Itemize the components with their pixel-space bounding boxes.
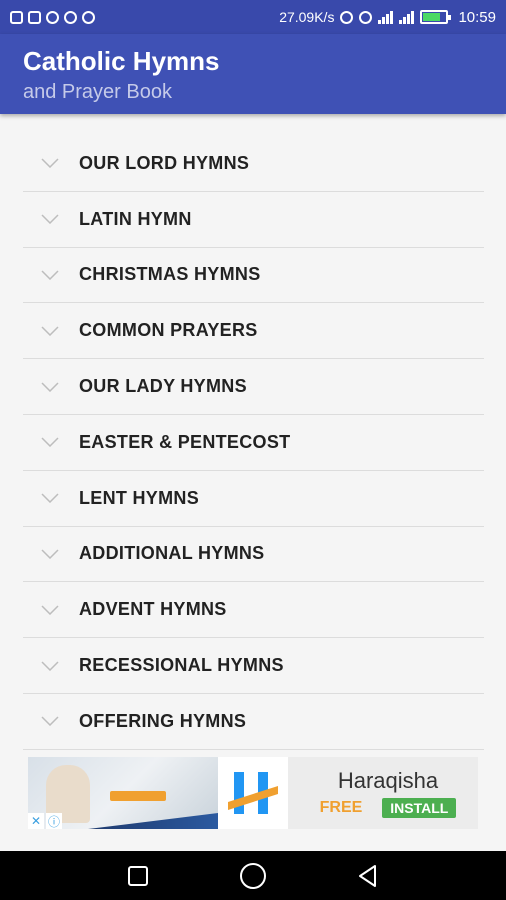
app-title: Catholic Hymns [23,46,220,76]
category-label: LENT HYMNS [79,487,199,508]
ad-install-button[interactable]: INSTALL [382,798,457,818]
data-saver-icon [340,10,354,24]
category-list: OUR LORD HYMNS LATIN HYMN CHRISTMAS HYMN… [23,136,484,750]
vpn-icon [46,10,59,24]
back-button[interactable] [348,856,388,896]
status-bar: 27.09K/s 10:59 [0,0,506,34]
category-row-our-lord-hymns[interactable]: OUR LORD HYMNS [23,136,484,192]
chevron-down-icon [23,382,79,392]
alarm-icon [359,10,373,24]
category-row-additional-hymns[interactable]: ADDITIONAL HYMNS [23,527,484,583]
category-row-latin-hymn[interactable]: LATIN HYMN [23,192,484,248]
chevron-down-icon [23,661,79,671]
square-icon [127,865,148,886]
ad-image[interactable]: ✕ ⓘ [28,757,218,829]
recents-button[interactable] [118,856,158,896]
category-row-recessional-hymns[interactable]: RECESSIONAL HYMNS [23,638,484,694]
network-speed: 27.09K/s [279,9,335,25]
ad-swoosh-graphic [88,813,218,829]
chevron-down-icon [23,549,79,559]
category-row-advent-hymns[interactable]: ADVENT HYMNS [23,582,484,639]
category-label: ADDITIONAL HYMNS [79,543,265,564]
chevron-down-icon [23,326,79,336]
category-label: CHRISTMAS HYMNS [79,264,261,285]
ad-app-logo[interactable] [218,757,288,829]
chevron-down-icon [23,493,79,504]
category-label: OFFERING HYMNS [79,710,247,731]
category-row-easter-pentecost[interactable]: EASTER & PENTECOST [23,415,484,471]
h-logo-icon [228,772,278,814]
chevron-down-icon [23,158,79,169]
battery-icon [420,10,452,24]
category-label: OUR LORD HYMNS [79,152,250,173]
signal-2-icon [399,10,415,24]
chevron-down-icon [23,437,79,448]
ad-app-name: Haraqisha [337,768,439,793]
category-row-common-prayers[interactable]: COMMON PRAYERS [23,303,484,360]
info-icon[interactable]: ⓘ [46,813,62,829]
sync-icon [82,10,95,24]
category-label: OUR LADY HYMNS [79,376,247,397]
hotspot-icon [64,10,77,24]
triangle-back-icon [359,864,377,887]
app-subtitle: and Prayer Book [23,81,172,103]
category-row-offering-hymns[interactable]: OFFERING HYMNS [23,694,484,750]
notification-icons [10,10,95,24]
category-label: LATIN HYMN [79,208,192,229]
chevron-down-icon [23,270,79,280]
system-nav-bar [0,851,506,900]
signal-icon [378,10,394,24]
image-icon [28,10,41,24]
category-label: COMMON PRAYERS [79,320,258,341]
category-label: ADVENT HYMNS [79,599,227,620]
close-icon[interactable]: ✕ [28,813,44,829]
chevron-down-icon [23,716,79,727]
ad-image-button-graphic [110,791,166,801]
category-label: RECESSIONAL HYMNS [79,655,284,676]
app-bar: Catholic Hymns and Prayer Book [0,34,506,114]
chevron-down-icon [23,214,79,225]
home-button[interactable] [233,856,273,896]
ad-banner[interactable]: ✕ ⓘ Haraqisha FREE INSTALL [28,757,478,829]
category-row-lent-hymns[interactable]: LENT HYMNS [23,471,484,527]
chevron-down-icon [23,605,79,615]
circle-icon [239,862,266,889]
category-row-our-lady-hymns[interactable]: OUR LADY HYMNS [23,359,484,415]
ad-price: FREE [319,799,363,816]
category-row-christmas-hymns[interactable]: CHRISTMAS HYMNS [23,248,484,304]
shield-icon [10,10,23,24]
clock: 10:59 [458,8,496,26]
category-label: EASTER & PENTECOST [79,431,291,452]
